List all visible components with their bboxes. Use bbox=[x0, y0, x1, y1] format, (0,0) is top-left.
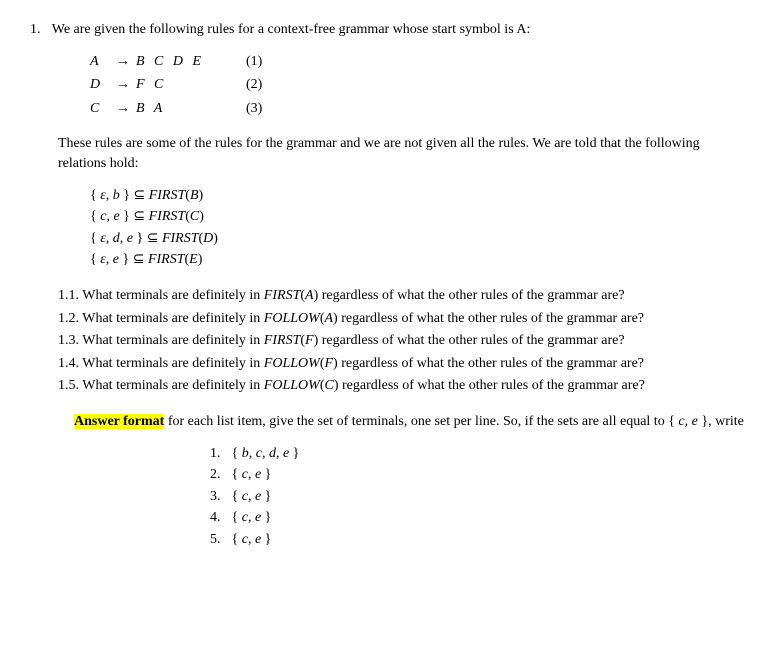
example-3: 3. { c, e } bbox=[210, 487, 750, 507]
paragraph-relations-intro: These rules are some of the rules for th… bbox=[58, 134, 750, 173]
rule-1: A → B C D E (1) bbox=[90, 52, 750, 72]
example-number: 4. bbox=[210, 508, 228, 528]
example-number: 3. bbox=[210, 487, 228, 507]
rule-rhs: B C D E bbox=[136, 52, 216, 72]
subquestion-1-1: 1.1. What terminals are definitely in FI… bbox=[58, 286, 750, 306]
example-1: 1. { b, c, d, e } bbox=[210, 444, 750, 464]
answer-format-label: Answer format bbox=[74, 414, 164, 429]
rule-number: (1) bbox=[246, 52, 262, 72]
subq-text: What terminals are definitely in FIRST(A… bbox=[82, 288, 624, 303]
answer-format-text-end: }, write bbox=[698, 414, 744, 429]
subquestion-1-4: 1.4. What terminals are definitely in FO… bbox=[58, 354, 750, 374]
relation-1: { ε, b } ⊆ FIRST(B) bbox=[90, 186, 750, 206]
subq-number: 1.4. bbox=[58, 356, 79, 371]
example-number: 1. bbox=[210, 444, 228, 464]
question-intro: We are given the following rules for a c… bbox=[52, 22, 531, 37]
example-4: 4. { c, e } bbox=[210, 508, 750, 528]
subq-text: What terminals are definitely in FOLLOW(… bbox=[82, 311, 644, 326]
subq-text: What terminals are definitely in FOLLOW(… bbox=[82, 356, 644, 371]
subq-number: 1.1. bbox=[58, 288, 79, 303]
example-number: 2. bbox=[210, 465, 228, 485]
example-2: 2. { c, e } bbox=[210, 465, 750, 485]
example-set: { c, e } bbox=[232, 532, 272, 547]
relation-2: { c, e } ⊆ FIRST(C) bbox=[90, 207, 750, 227]
example-set: { b, c, d, e } bbox=[232, 446, 300, 461]
example-number: 5. bbox=[210, 530, 228, 550]
rule-arrow: → bbox=[116, 99, 130, 119]
answer-format-text: for each list item, give the set of term… bbox=[164, 414, 678, 429]
rule-2: D → F C (2) bbox=[90, 75, 750, 95]
subquestion-1-2: 1.2. What terminals are definitely in FO… bbox=[58, 309, 750, 329]
subquestion-1-5: 1.5. What terminals are definitely in FO… bbox=[58, 376, 750, 396]
first-relations: { ε, b } ⊆ FIRST(B) { c, e } ⊆ FIRST(C) … bbox=[90, 186, 750, 270]
relation-3: { ε, d, e } ⊆ FIRST(D) bbox=[90, 229, 750, 249]
rule-3: C → B A (3) bbox=[90, 99, 750, 119]
example-5: 5. { c, e } bbox=[210, 530, 750, 550]
rule-arrow: → bbox=[116, 52, 130, 72]
example-set: { c, e } bbox=[232, 467, 272, 482]
rule-lhs: C bbox=[90, 99, 110, 119]
subq-text: What terminals are definitely in FOLLOW(… bbox=[82, 378, 645, 393]
rule-number: (2) bbox=[246, 75, 262, 95]
subquestion-1-3: 1.3. What terminals are definitely in FI… bbox=[58, 331, 750, 351]
rule-lhs: D bbox=[90, 75, 110, 95]
rule-number: (3) bbox=[246, 99, 262, 119]
example-set: { c, e } bbox=[232, 510, 272, 525]
relation-4: { ε, e } ⊆ FIRST(E) bbox=[90, 250, 750, 270]
example-set: { c, e } bbox=[232, 489, 272, 504]
question-number: 1. bbox=[30, 20, 41, 40]
question-block: 1. We are given the following rules for … bbox=[30, 20, 750, 549]
rule-arrow: → bbox=[116, 75, 130, 95]
subq-number: 1.3. bbox=[58, 333, 79, 348]
answer-examples: 1. { b, c, d, e } 2. { c, e } 3. { c, e … bbox=[210, 444, 750, 550]
subq-number: 1.5. bbox=[58, 378, 79, 393]
answer-format-example-set: c, e bbox=[678, 414, 697, 429]
answer-format: Answer format for each list item, give t… bbox=[74, 412, 750, 432]
grammar-rules: A → B C D E (1) D → F C (2) C → B A (3) bbox=[90, 52, 750, 119]
subquestions: 1.1. What terminals are definitely in FI… bbox=[58, 286, 750, 396]
subq-text: What terminals are definitely in FIRST(F… bbox=[82, 333, 624, 348]
rule-rhs: F C bbox=[136, 75, 216, 95]
rule-lhs: A bbox=[90, 52, 110, 72]
rule-rhs: B A bbox=[136, 99, 216, 119]
subq-number: 1.2. bbox=[58, 311, 79, 326]
